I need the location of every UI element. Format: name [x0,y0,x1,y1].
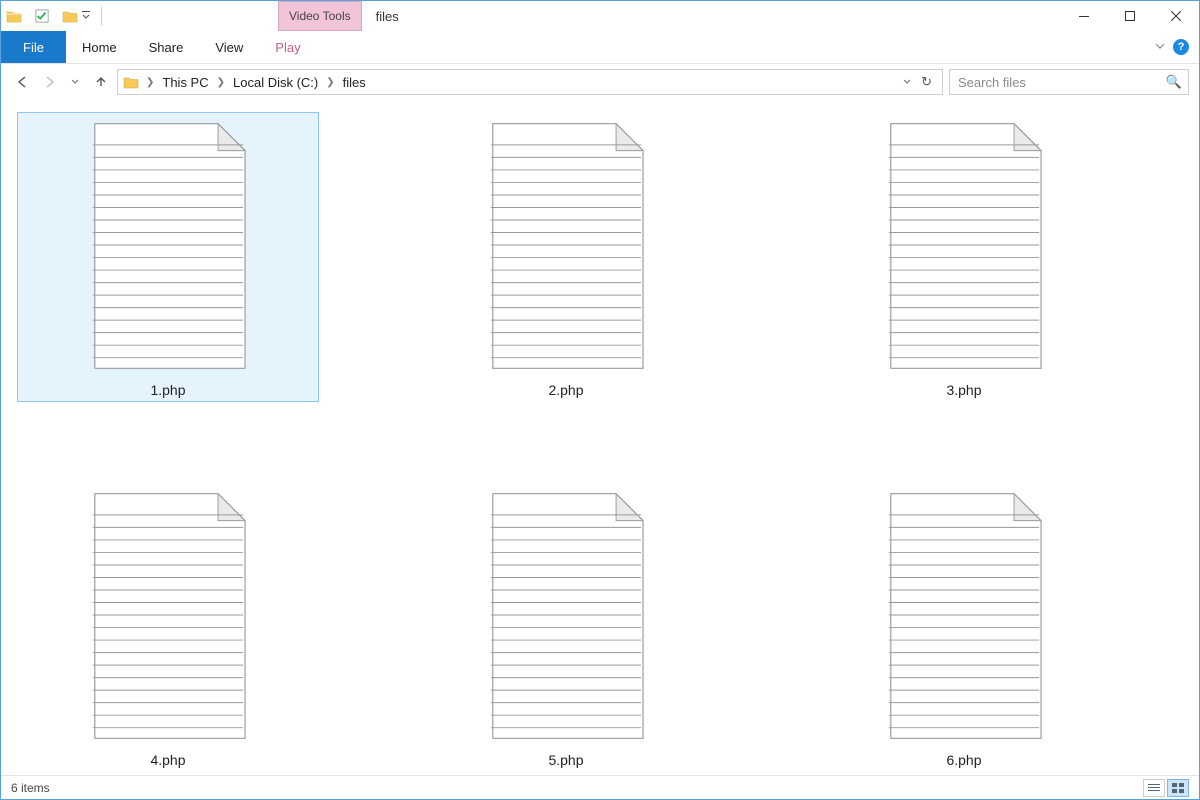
chevron-right-icon[interactable]: ❯ [324,77,336,88]
tab-share[interactable]: Share [133,31,200,63]
file-name-label: 2.php [548,382,583,398]
tab-view-label: View [215,40,243,55]
file-name-label: 3.php [946,382,981,398]
document-icon [72,486,264,746]
status-bar: 6 items [1,775,1199,799]
search-box[interactable]: 🔍 [949,69,1189,95]
view-details-button[interactable] [1143,779,1165,797]
file-item[interactable]: 6.php [813,482,1115,772]
breadcrumb-drive[interactable]: Local Disk (C:) [229,75,322,90]
tab-play-label: Play [275,40,300,55]
qat-customize-chevron[interactable] [81,9,93,23]
nav-back-button[interactable] [13,72,33,92]
view-large-icons-button[interactable] [1167,779,1189,797]
address-dropdown-chevron[interactable] [903,75,911,89]
document-icon [868,116,1060,376]
qat-folder-icon[interactable] [61,7,79,25]
tab-file[interactable]: File [1,31,66,63]
tab-home[interactable]: Home [66,31,133,63]
status-item-count: 6 items [11,781,50,795]
nav-up-button[interactable] [91,72,111,92]
address-bar[interactable]: ❯ This PC ❯ Local Disk (C:) ❯ files ↻ [117,69,943,95]
file-name-label: 4.php [150,752,185,768]
refresh-icon[interactable]: ↻ [915,74,938,90]
document-icon [470,116,662,376]
document-icon [470,486,662,746]
chevron-right-icon[interactable]: ❯ [144,77,156,88]
document-icon [72,116,264,376]
nav-history-chevron[interactable] [65,72,85,92]
file-name-label: 1.php [150,382,185,398]
window-title: files [362,9,399,24]
file-item[interactable]: 4.php [17,482,319,772]
view-mode-toggle [1143,779,1189,797]
tab-file-label: File [23,40,44,55]
breadcrumb-folder[interactable]: files [339,75,370,90]
help-icon[interactable]: ? [1173,39,1189,55]
search-input[interactable] [956,74,1166,91]
app-folder-icon [5,7,23,25]
file-content-pane[interactable]: 1.php 2.php 3.php 4.php 5.php 6.php [1,100,1199,775]
tab-play[interactable]: Play [259,31,316,63]
nav-forward-button[interactable] [39,72,59,92]
document-icon [868,486,1060,746]
file-grid: 1.php 2.php 3.php 4.php 5.php 6.php [17,112,1193,772]
ribbon-tabs: File Home Share View Play ? [1,31,1199,64]
search-icon[interactable]: 🔍 [1166,74,1182,90]
quick-access-toolbar [1,1,108,31]
maximize-button[interactable] [1107,1,1153,31]
qat-properties-icon[interactable] [33,7,51,25]
file-name-label: 6.php [946,752,981,768]
tab-share-label: Share [149,40,184,55]
minimize-button[interactable] [1061,1,1107,31]
close-button[interactable] [1153,1,1199,31]
breadcrumb-this-pc[interactable]: This PC [158,75,212,90]
contextual-tab-label: Video Tools [289,9,351,23]
window-controls [1061,1,1199,31]
file-item[interactable]: 5.php [415,482,717,772]
tab-view[interactable]: View [199,31,259,63]
title-bar: Video Tools files [1,1,1199,31]
ribbon-collapse-chevron[interactable] [1155,40,1165,54]
explorer-window: Video Tools files File Home Share View P… [0,0,1200,800]
tab-home-label: Home [82,40,117,55]
file-item[interactable]: 1.php [17,112,319,402]
contextual-tab-video-tools[interactable]: Video Tools [278,1,362,31]
file-name-label: 5.php [548,752,583,768]
chevron-right-icon[interactable]: ❯ [215,77,227,88]
file-item[interactable]: 3.php [813,112,1115,402]
file-item[interactable]: 2.php [415,112,717,402]
address-folder-icon [122,73,140,91]
navigation-row: ❯ This PC ❯ Local Disk (C:) ❯ files ↻ 🔍 [1,64,1199,100]
